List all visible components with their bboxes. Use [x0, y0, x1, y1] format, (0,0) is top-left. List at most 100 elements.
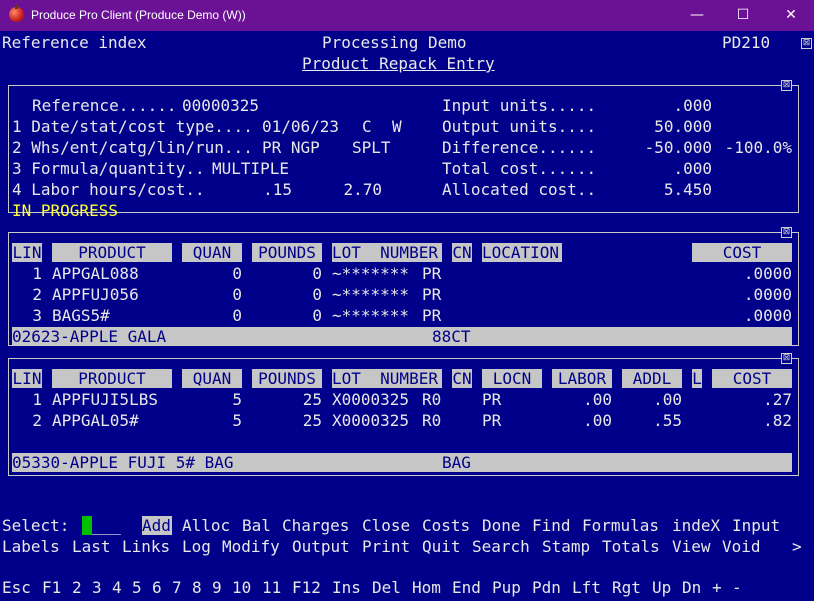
- command-add[interactable]: Add: [142, 515, 171, 536]
- row-lot: ~*******: [332, 306, 410, 325]
- fkey-home[interactable]: Hom: [412, 577, 441, 598]
- maximize-button[interactable]: ☐: [720, 0, 766, 31]
- input-panel-close-icon[interactable]: ⊠: [781, 227, 792, 238]
- col-header-pounds: POUNDS: [252, 369, 322, 388]
- row-cn: PR: [422, 285, 442, 304]
- command-alloc[interactable]: Alloc: [182, 515, 230, 536]
- command-charges[interactable]: Charges: [282, 515, 349, 536]
- fkey-pagedown[interactable]: Pdn: [532, 577, 561, 598]
- row-cost: .0000: [743, 285, 792, 304]
- window-titlebar: Produce Pro Client (Produce Demo (W)) — …: [0, 0, 814, 31]
- output-product-pack: BAG: [442, 453, 471, 472]
- fkey-8[interactable]: 8: [192, 577, 202, 598]
- row-lot: ~*******: [332, 264, 410, 283]
- fkey-3[interactable]: 3: [92, 577, 102, 598]
- fkey-pageup[interactable]: Pup: [492, 577, 521, 598]
- screen-close-icon[interactable]: ⊠: [801, 38, 812, 49]
- command-find[interactable]: Find: [532, 515, 571, 536]
- command-print[interactable]: Print: [362, 536, 410, 557]
- row-lin: 2: [32, 285, 42, 304]
- row-lot: X0000325: [332, 411, 410, 430]
- fkey-plus[interactable]: +: [712, 577, 722, 598]
- fkey-ins[interactable]: Ins: [332, 577, 361, 598]
- fkey-f1[interactable]: F1: [42, 577, 61, 598]
- row-quan: 0: [232, 306, 242, 325]
- date-stat-cost-label: 1 Date/stat/cost type....: [12, 117, 253, 136]
- run-value[interactable]: SPLT: [352, 137, 391, 158]
- allocated-cost-value: 5.450: [663, 180, 712, 199]
- formula-value[interactable]: MULTIPLE: [212, 158, 289, 179]
- command-labels[interactable]: Labels: [2, 536, 60, 557]
- fkey-esc[interactable]: Esc: [2, 577, 31, 598]
- output-product-status-bar: 05330-APPLE FUJI 5# BAG BAG: [12, 453, 792, 472]
- fkey-10[interactable]: 10: [232, 577, 251, 598]
- command-view[interactable]: View: [672, 536, 711, 557]
- command-index[interactable]: indeX: [672, 515, 720, 536]
- fkey-f12[interactable]: F12: [292, 577, 321, 598]
- fkey-2[interactable]: 2: [72, 577, 82, 598]
- select-input[interactable]: ___: [92, 515, 121, 536]
- fkey-9[interactable]: 9: [212, 577, 222, 598]
- fkey-minus[interactable]: -: [732, 577, 742, 598]
- date-value[interactable]: 01/06/23: [262, 116, 339, 137]
- row-cn: PR: [422, 306, 442, 325]
- allocated-cost-label: Allocated cost..: [442, 180, 597, 199]
- entry-panel-close-icon[interactable]: ⊠: [781, 80, 792, 91]
- command-close[interactable]: Close: [362, 515, 410, 536]
- window-title: Produce Pro Client (Produce Demo (W)): [31, 8, 246, 22]
- fkey-left[interactable]: Lft: [572, 577, 601, 598]
- more-commands-arrow-icon[interactable]: >: [792, 536, 802, 557]
- difference-label: Difference......: [442, 138, 597, 157]
- fkey-del[interactable]: Del: [372, 577, 401, 598]
- command-search[interactable]: Search: [472, 536, 530, 557]
- cost-type-value[interactable]: W: [392, 116, 402, 137]
- input-product-pack: 88CT: [432, 327, 471, 346]
- reference-value[interactable]: 00000325: [182, 95, 259, 116]
- command-input[interactable]: Input: [732, 515, 780, 536]
- col-header-pounds: POUNDS: [252, 243, 322, 262]
- fkey-5[interactable]: 5: [132, 577, 142, 598]
- fkey-right[interactable]: Rgt: [612, 577, 641, 598]
- select-input-cursor[interactable]: [82, 516, 92, 535]
- col-header-lin: LIN: [12, 243, 42, 262]
- output-units-value: 50.000: [654, 117, 712, 136]
- command-output[interactable]: Output: [292, 536, 350, 557]
- row-product: APPGAL088: [52, 264, 139, 283]
- command-bal[interactable]: Bal: [242, 515, 271, 536]
- row-lot: X0000325: [332, 390, 410, 409]
- labor-cost-value[interactable]: 2.70: [322, 179, 382, 200]
- reference-label: Reference......: [32, 96, 177, 115]
- command-void[interactable]: Void: [722, 536, 761, 557]
- fkey-end[interactable]: End: [452, 577, 481, 598]
- stat-value[interactable]: C: [362, 116, 372, 137]
- close-window-button[interactable]: ✕: [768, 0, 814, 31]
- col-header-cn: CN: [452, 243, 472, 262]
- row-cost: .27: [763, 390, 792, 409]
- minimize-button[interactable]: —: [674, 0, 720, 31]
- command-last[interactable]: Last: [72, 536, 111, 557]
- fkey-7[interactable]: 7: [172, 577, 182, 598]
- reference-index-label: Reference index: [2, 33, 147, 52]
- row-quan: 5: [232, 411, 242, 430]
- row-lin: 3: [32, 306, 42, 325]
- fkey-11[interactable]: 11: [262, 577, 281, 598]
- command-log[interactable]: Log: [182, 536, 211, 557]
- difference-value: -50.000: [644, 138, 712, 157]
- command-links[interactable]: Links: [122, 536, 170, 557]
- row-labor: .00: [583, 411, 612, 430]
- fkey-6[interactable]: 6: [152, 577, 162, 598]
- command-costs[interactable]: Costs: [422, 515, 470, 536]
- command-formulas[interactable]: Formulas: [582, 515, 659, 536]
- fkey-down[interactable]: Dn: [682, 577, 701, 598]
- whs-value[interactable]: PR NGP: [262, 137, 320, 158]
- fkey-4[interactable]: 4: [112, 577, 122, 598]
- labor-hours-cost-label: 4 Labor hours/cost..: [12, 180, 205, 199]
- command-modify[interactable]: Modify: [222, 536, 280, 557]
- command-quit[interactable]: Quit: [422, 536, 461, 557]
- labor-hours-value[interactable]: .15: [242, 179, 292, 200]
- output-panel-close-icon[interactable]: ⊠: [781, 353, 792, 364]
- fkey-up[interactable]: Up: [652, 577, 671, 598]
- command-totals[interactable]: Totals: [602, 536, 660, 557]
- command-done[interactable]: Done: [482, 515, 521, 536]
- command-stamp[interactable]: Stamp: [542, 536, 590, 557]
